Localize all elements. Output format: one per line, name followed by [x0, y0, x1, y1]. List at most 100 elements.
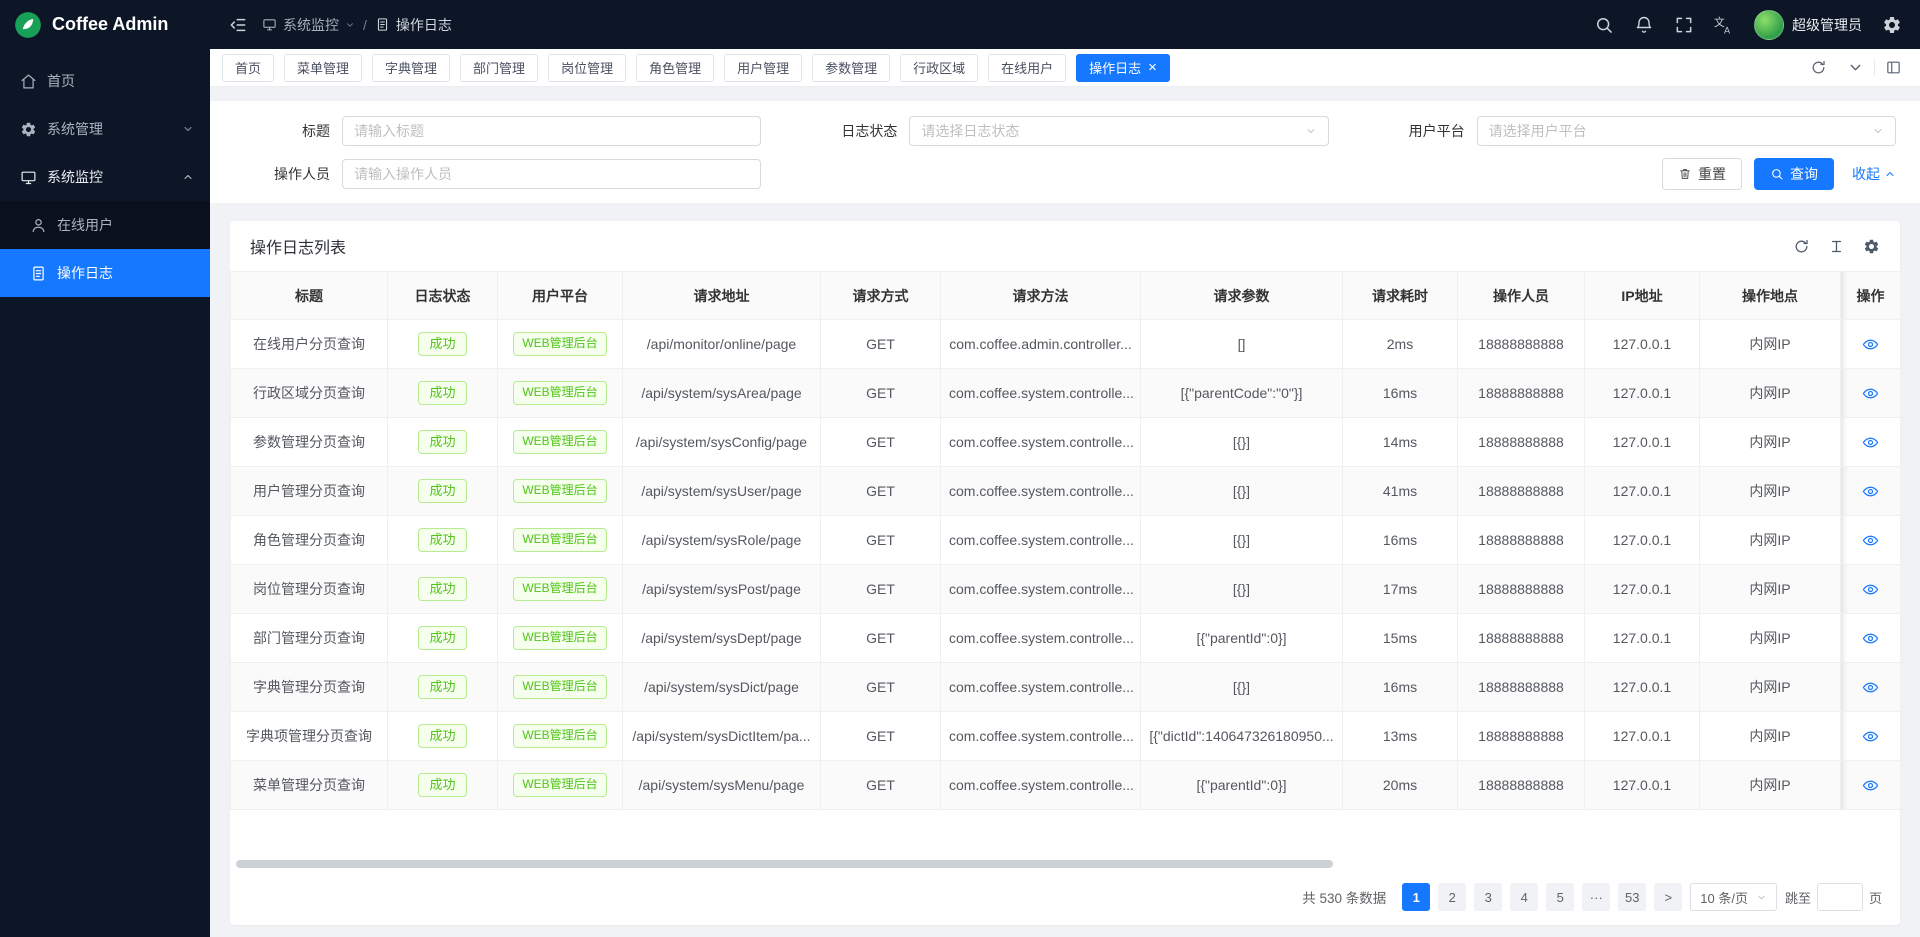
settings-gear-icon[interactable]	[1882, 15, 1902, 35]
breadcrumb-parent-label: 系统监控	[283, 15, 339, 35]
view-detail-eye-icon[interactable]	[1862, 434, 1879, 451]
status-label: 日志状态	[801, 121, 897, 141]
cell-operator: 18888888888	[1478, 679, 1564, 695]
page-button-2[interactable]: 2	[1438, 883, 1466, 911]
query-button[interactable]: 查询	[1754, 158, 1834, 190]
search-icon[interactable]	[1594, 15, 1614, 35]
filter-field-platform: 用户平台 请选择用户平台	[1369, 116, 1896, 146]
tab-操作日志[interactable]: 操作日志×	[1076, 54, 1170, 82]
notification-bell-icon[interactable]	[1634, 15, 1654, 35]
page-button-4[interactable]: 4	[1510, 883, 1538, 911]
horizontal-scrollbar[interactable]	[234, 859, 1896, 869]
page-button-53[interactable]: 53	[1618, 883, 1646, 911]
collapse-toggle[interactable]: 收起	[1852, 164, 1896, 184]
cell-request-method: GET	[866, 728, 895, 744]
cell-request-params: [{"parentId":0}]	[1196, 777, 1286, 793]
page-button-1[interactable]: 1	[1402, 883, 1430, 911]
page-size-select[interactable]: 10 条/页	[1690, 883, 1777, 911]
translate-icon[interactable]	[1714, 15, 1734, 35]
breadcrumb-parent[interactable]: 系统监控	[262, 15, 355, 35]
chevron-up-icon	[182, 171, 194, 183]
page-jump-input[interactable]	[1817, 883, 1863, 911]
tab-首页[interactable]: 首页	[222, 54, 274, 82]
chevron-down-icon	[182, 123, 194, 135]
title-input[interactable]	[354, 123, 749, 139]
tab-close-icon[interactable]: ×	[1148, 60, 1157, 75]
main-area: 系统监控 / 操作日志 超级管理员	[210, 0, 1920, 937]
table-size-icon[interactable]	[1828, 238, 1845, 255]
cell-request-params: [{}]	[1233, 532, 1250, 548]
user-name: 超级管理员	[1792, 15, 1862, 35]
tab-参数管理[interactable]: 参数管理	[812, 54, 890, 82]
tab-岗位管理[interactable]: 岗位管理	[548, 54, 626, 82]
page-more-button[interactable]: ···	[1582, 883, 1610, 911]
cell-operator: 18888888888	[1478, 385, 1564, 401]
pagination-total: 共 530 条数据	[1302, 887, 1386, 907]
column-settings-gear-icon[interactable]	[1863, 238, 1880, 255]
sidebar-item-online-users[interactable]: 在线用户	[0, 201, 210, 249]
layout-setting-icon[interactable]	[1874, 59, 1902, 76]
tab-menu-chevron-icon[interactable]	[1847, 59, 1864, 76]
monitor-icon	[20, 169, 37, 186]
fullscreen-icon[interactable]	[1674, 15, 1694, 35]
cell-location: 内网IP	[1749, 728, 1790, 744]
tab-用户管理[interactable]: 用户管理	[724, 54, 802, 82]
sidebar-item-system-management[interactable]: 系统管理	[0, 105, 210, 153]
refresh-tab-icon[interactable]	[1810, 59, 1827, 76]
user-menu[interactable]: 超级管理员	[1754, 10, 1862, 40]
cell-request-handler: com.coffee.system.controlle...	[949, 581, 1134, 597]
platform-badge: WEB管理后台	[513, 724, 606, 748]
query-button-label: 查询	[1790, 164, 1818, 184]
cell-duration: 20ms	[1383, 777, 1417, 793]
logo[interactable]: Coffee Admin	[0, 0, 210, 49]
view-detail-eye-icon[interactable]	[1862, 728, 1879, 745]
tab-菜单管理[interactable]: 菜单管理	[284, 54, 362, 82]
cell-title: 角色管理分页查询	[253, 532, 365, 548]
reset-button[interactable]: 重置	[1662, 158, 1742, 190]
tab-label: 参数管理	[825, 58, 877, 77]
cell-request-params: [{"parentId":0}]	[1196, 630, 1286, 646]
cell-operator: 18888888888	[1478, 630, 1564, 646]
status-badge: 成功	[418, 626, 466, 651]
cell-request-method: GET	[866, 483, 895, 499]
page-button-3[interactable]: 3	[1474, 883, 1502, 911]
chevron-up-icon	[1884, 168, 1896, 180]
avatar[interactable]	[1754, 10, 1784, 40]
cell-request-url: /api/monitor/online/page	[647, 336, 796, 352]
platform-badge: WEB管理后台	[513, 626, 606, 650]
sidebar-item-system-monitor[interactable]: 系统监控	[0, 153, 210, 201]
status-select[interactable]: 请选择日志状态	[909, 116, 1328, 146]
sidebar-item-label: 首页	[47, 71, 75, 91]
cell-ip: 127.0.0.1	[1613, 434, 1671, 450]
tab-角色管理[interactable]: 角色管理	[636, 54, 714, 82]
refresh-table-icon[interactable]	[1793, 238, 1810, 255]
platform-badge: WEB管理后台	[513, 675, 606, 699]
content: 标题 日志状态 请选择日志状态 用户平台	[210, 87, 1920, 937]
operator-input[interactable]	[354, 166, 749, 182]
top-bar: 系统监控 / 操作日志 超级管理员	[210, 0, 1920, 49]
cell-location: 内网IP	[1749, 434, 1790, 450]
tab-字典管理[interactable]: 字典管理	[372, 54, 450, 82]
page-button-5[interactable]: 5	[1546, 883, 1574, 911]
view-detail-eye-icon[interactable]	[1862, 630, 1879, 647]
view-detail-eye-icon[interactable]	[1862, 679, 1879, 696]
view-detail-eye-icon[interactable]	[1862, 532, 1879, 549]
app-root: Coffee Admin 首页 系统管理 系统监控 在线用户	[0, 0, 1920, 937]
view-detail-eye-icon[interactable]	[1862, 581, 1879, 598]
tab-在线用户[interactable]: 在线用户	[988, 54, 1066, 82]
sidebar-item-operation-log[interactable]: 操作日志	[0, 249, 210, 297]
view-detail-eye-icon[interactable]	[1862, 777, 1879, 794]
page-next-button[interactable]: >	[1654, 883, 1682, 911]
sidebar-item-home[interactable]: 首页	[0, 57, 210, 105]
tab-部门管理[interactable]: 部门管理	[460, 54, 538, 82]
view-detail-eye-icon[interactable]	[1862, 385, 1879, 402]
menu-fold-icon[interactable]	[228, 15, 248, 35]
tab-label: 菜单管理	[297, 58, 349, 77]
view-detail-eye-icon[interactable]	[1862, 336, 1879, 353]
view-detail-eye-icon[interactable]	[1862, 483, 1879, 500]
tab-list: 首页 菜单管理 字典管理部门管理岗位管理角色管理用户管理 参数管理 行政区域在线用户操作…	[222, 54, 1800, 82]
platform-select[interactable]: 请选择用户平台	[1477, 116, 1896, 146]
log-table-body: 在线用户分页查询 成功 WEB管理后台 /api/monitor/online/…	[231, 320, 1901, 810]
scrollbar-thumb[interactable]	[236, 860, 1333, 868]
tab-行政区域[interactable]: 行政区域	[900, 54, 978, 82]
